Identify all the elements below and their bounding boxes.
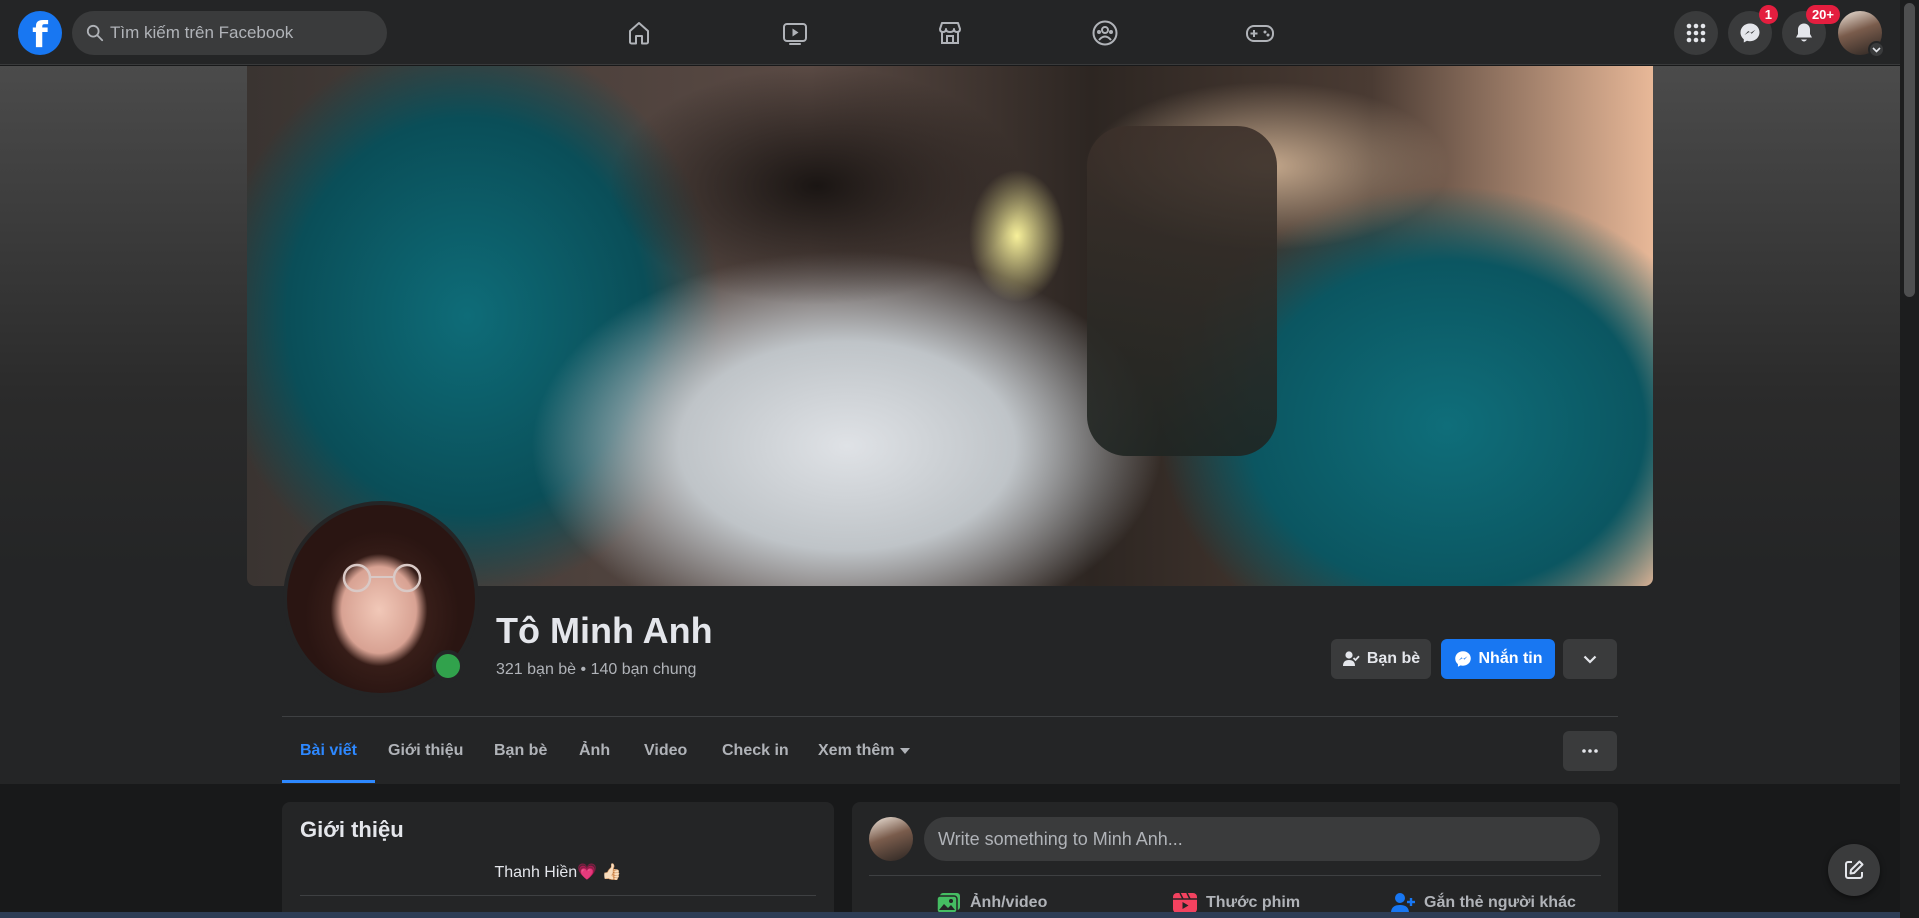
header-divider [282, 716, 1618, 717]
compose-icon [1845, 860, 1864, 879]
tabs-more-options-button[interactable] [1563, 731, 1617, 771]
notifications-badge: 20+ [1805, 5, 1840, 24]
page-scrollbar[interactable] [1900, 0, 1919, 918]
messenger-badge: 1 [1758, 5, 1778, 24]
profile-name: Tô Minh Anh [496, 610, 713, 651]
grid-menu-icon [1686, 23, 1706, 43]
scrollbar-thumb[interactable] [1904, 3, 1915, 297]
friend-check-icon [1342, 651, 1360, 666]
bell-icon [1796, 23, 1812, 42]
messenger-icon [1740, 23, 1760, 43]
notifications-button[interactable]: 20+ [1782, 5, 1840, 55]
profile-picture-detail [342, 563, 422, 593]
search-input[interactable] [110, 11, 380, 55]
facebook-logo-icon[interactable]: f [18, 11, 62, 55]
more-horizontal-icon [1582, 749, 1598, 753]
intro-bio: Thanh Hiền💗 👍🏻 [494, 864, 622, 881]
tab-more[interactable]: Xem thêm [818, 717, 911, 783]
chevron-down-icon [1583, 655, 1597, 664]
groups-icon [1092, 20, 1118, 46]
tab-photos[interactable]: Ảnh [579, 717, 610, 783]
messenger-button[interactable]: 1 [1728, 5, 1778, 55]
home-tab[interactable] [611, 12, 667, 54]
new-message-button[interactable] [1828, 844, 1880, 896]
friends-count[interactable]: 321 bạn bè • 140 bạn chung [496, 661, 696, 679]
intro-divider [300, 895, 816, 896]
cover-photo[interactable] [247, 66, 1653, 586]
tag-people-label: Gắn thẻ người khác [1424, 894, 1576, 911]
chevron-down-icon [1868, 41, 1885, 58]
gaming-icon [1246, 25, 1274, 42]
composer-input[interactable]: Write something to Minh Anh... [924, 817, 1600, 861]
online-status-indicator [432, 650, 464, 682]
tab-about[interactable]: Giới thiệu [388, 717, 463, 783]
photo-video-label: Ảnh/video [970, 894, 1048, 911]
messenger-icon [1454, 651, 1471, 667]
gaming-tab[interactable] [1232, 12, 1288, 54]
tab-friends[interactable]: Bạn bè [494, 717, 547, 783]
tab-posts[interactable]: Bài viết [282, 717, 375, 783]
message-button[interactable]: Nhắn tin [1441, 639, 1555, 679]
intro-card: Giới thiệu Thanh Hiền💗 👍🏻 [282, 802, 834, 918]
tab-more-label: Xem thêm [818, 742, 895, 759]
tab-videos[interactable]: Video [644, 717, 687, 783]
cover-photo-detail [1087, 126, 1277, 456]
cover-photo-detail [607, 66, 1027, 306]
post-composer: Write something to Minh Anh... Ảnh/video… [852, 802, 1618, 918]
search-box[interactable] [72, 11, 387, 55]
friends-button[interactable]: Bạn bè [1331, 639, 1431, 679]
intro-title: Giới thiệu [300, 817, 404, 842]
search-icon [86, 24, 104, 42]
watch-tab[interactable] [767, 12, 823, 54]
composer-avatar[interactable] [869, 817, 913, 861]
caret-down-icon [900, 747, 911, 754]
watch-icon [783, 23, 807, 45]
menu-button[interactable] [1674, 11, 1718, 55]
bottom-edge [0, 912, 1900, 918]
tab-checkins[interactable]: Check in [722, 717, 789, 783]
reels-label: Thước phim [1206, 894, 1301, 911]
groups-tab[interactable] [1077, 12, 1133, 54]
profile-options-button[interactable] [1563, 639, 1617, 679]
marketplace-tab[interactable] [922, 12, 978, 54]
marketplace-icon [939, 22, 961, 44]
message-button-label: Nhắn tin [1478, 650, 1543, 667]
home-icon [629, 22, 649, 45]
composer-divider [869, 875, 1601, 876]
top-navigation-bar: f Tìm kiếm trên Facebook 1 20+ [0, 0, 1900, 65]
account-avatar[interactable] [1838, 11, 1885, 58]
friends-button-label: Bạn bè [1366, 650, 1421, 667]
